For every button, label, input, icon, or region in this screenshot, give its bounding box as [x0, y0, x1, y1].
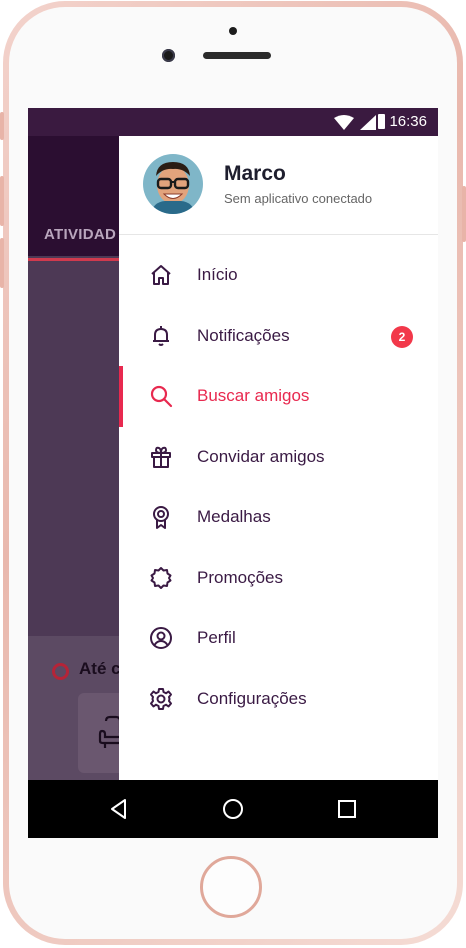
menu-label: Buscar amigos [197, 386, 310, 405]
drawer-menu: Início Notificações 2 Buscar amigos Conv… [119, 245, 438, 729]
radio-icon [52, 663, 69, 680]
mute-switch [0, 112, 4, 140]
menu-item-convidar-amigos[interactable]: Convidar amigos [119, 427, 438, 488]
activity-card-text: Até c [79, 659, 121, 678]
promo-badge-icon [150, 566, 172, 589]
notification-count-badge: 2 [391, 325, 413, 348]
navigation-bar [28, 780, 438, 838]
gear-icon [150, 687, 172, 710]
hardware-home-button[interactable] [200, 856, 262, 918]
menu-label: Notificações [197, 325, 290, 345]
back-icon[interactable] [107, 797, 131, 821]
menu-label: Perfil [197, 628, 236, 647]
front-camera [162, 49, 175, 62]
signal-icon [360, 115, 376, 130]
recents-icon[interactable] [335, 797, 359, 821]
earpiece [203, 52, 271, 59]
wifi-icon [334, 115, 354, 130]
screen: 16:36 ATIVIDAD Até c Marco Sem aplicativ… [28, 108, 438, 838]
menu-item-promocoes[interactable]: Promoções [119, 548, 438, 609]
drawer-header: Marco Sem aplicativo conectado [119, 136, 438, 235]
menu-label: Configurações [197, 688, 307, 708]
menu-label: Promoções [197, 567, 283, 587]
menu-item-medalhas[interactable]: Medalhas [119, 487, 438, 548]
active-indicator [119, 366, 123, 427]
status-time: 16:36 [389, 113, 427, 130]
menu-label: Início [197, 265, 238, 284]
menu-label: Medalhas [197, 507, 271, 526]
user-status: Sem aplicativo conectado [224, 191, 373, 206]
volume-down-button [0, 238, 4, 288]
menu-label: Convidar amigos [197, 446, 325, 466]
status-bar: 16:36 [28, 108, 438, 136]
proximity-sensor [229, 27, 237, 35]
user-name: Marco [224, 162, 286, 185]
menu-item-buscar-amigos[interactable]: Buscar amigos [119, 366, 438, 427]
menu-item-inicio[interactable]: Início [119, 245, 438, 306]
phone-frame: 16:36 ATIVIDAD Até c Marco Sem aplicativ… [0, 0, 466, 948]
profile-icon [150, 627, 172, 649]
navigation-drawer: Marco Sem aplicativo conectado Início No… [119, 136, 438, 780]
power-button [462, 186, 466, 242]
tab-atividades[interactable]: ATIVIDAD [44, 226, 116, 243]
home-icon [151, 265, 171, 285]
user-avatar[interactable] [143, 154, 203, 214]
menu-item-notificacoes[interactable]: Notificações 2 [119, 306, 438, 367]
bell-icon [153, 325, 169, 346]
gift-icon [151, 446, 171, 468]
menu-item-perfil[interactable]: Perfil [119, 608, 438, 669]
search-icon [150, 385, 173, 408]
battery-icon [378, 114, 385, 129]
home-circle-icon[interactable] [221, 797, 245, 821]
medal-icon [153, 506, 169, 529]
volume-up-button [0, 176, 4, 226]
menu-item-configuracoes[interactable]: Configurações [119, 669, 438, 730]
